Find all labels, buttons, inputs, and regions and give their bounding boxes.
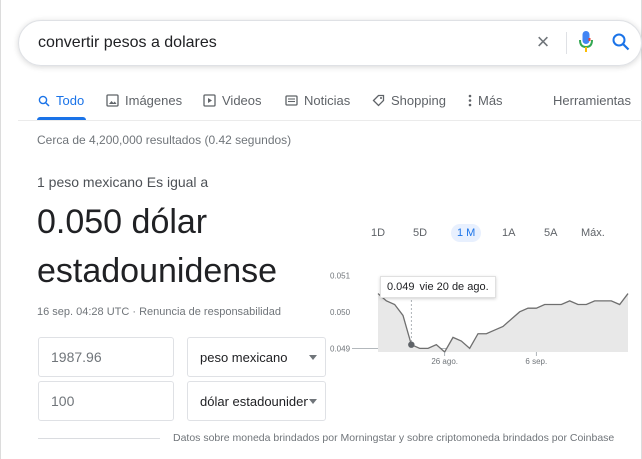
tab-label: Todo [56,93,85,108]
tab-shopping[interactable]: Shopping [372,93,446,108]
y-tick-label: 0.049 [330,344,351,353]
mic-icon[interactable] [579,30,593,59]
from-currency-select[interactable]: peso mexicano [187,337,326,377]
to-amount-input[interactable]: 100 [38,381,174,421]
y-tick-label: 0.050 [330,308,351,317]
search-icon [38,95,50,107]
tooltip-value: 0.049 [387,281,415,293]
tab-noticias[interactable]: Noticias [285,93,350,108]
image-icon [106,94,119,107]
hover-point [408,341,415,348]
to-currency-select[interactable]: dólar estadounidense [187,381,326,421]
more-vert-icon [468,94,472,107]
equals-label: 1 peso mexicano Es igual a [37,174,209,190]
chart-tooltip: 0.049 vie 20 de ago. [380,276,496,298]
tab-label: Noticias [304,93,351,108]
search-icon[interactable] [612,33,630,56]
converted-value: 0.050 dólar [37,203,208,241]
from-amount-input[interactable]: 1987.96 [38,337,174,377]
x-tick-label: 26 ago. [431,357,458,366]
to-currency-label: dólar estadounidense [200,394,308,409]
tooltip-date: vie 20 de ago. [419,281,489,293]
tabs-divider [18,120,642,121]
tab-label: Videos [222,93,262,108]
footer-divider [38,438,160,439]
range-1m-button[interactable]: 1 M [451,224,482,242]
converted-currency: estadounidense [37,252,278,290]
close-icon[interactable]: × [533,30,553,54]
tag-icon [372,94,385,107]
y-tick-label: 0.051 [330,271,351,280]
tab-label: Shopping [391,93,446,108]
timestamp-disclaimer[interactable]: 16 sep. 04:28 UTC · Renuncia de responsa… [37,306,281,318]
tab-videos[interactable]: Videos [203,93,262,108]
data-source-note: Datos sobre moneda brindados por Morning… [173,432,615,444]
search-input[interactable]: convertir pesos a dolares [38,34,217,52]
tab-imagenes[interactable]: Imágenes [106,93,182,108]
range-5a-button[interactable]: 5A [544,224,557,242]
from-currency-label: peso mexicano [200,350,288,365]
tools-button[interactable]: Herramientas [553,93,631,108]
search-divider [566,32,567,54]
video-icon [203,94,216,107]
x-tick-label: 6 sep. [525,357,547,366]
range-5d-button[interactable]: 5D [413,224,427,242]
tab-label: Más [478,93,503,108]
chevron-down-icon [309,399,317,404]
range-1a-button[interactable]: 1A [502,224,515,242]
tab-label: Imágenes [125,93,183,108]
range-max-button[interactable]: Máx. [581,224,605,242]
tab-todo[interactable]: Todo [38,93,84,108]
chevron-down-icon [309,355,317,360]
tools-label: Herramientas [553,93,632,108]
range-1d-button[interactable]: 1D [371,224,385,242]
tab-mas[interactable]: Más [468,93,503,108]
news-icon [285,95,298,106]
result-stats: Cerca de 4,200,000 resultados (0.42 segu… [37,133,292,147]
